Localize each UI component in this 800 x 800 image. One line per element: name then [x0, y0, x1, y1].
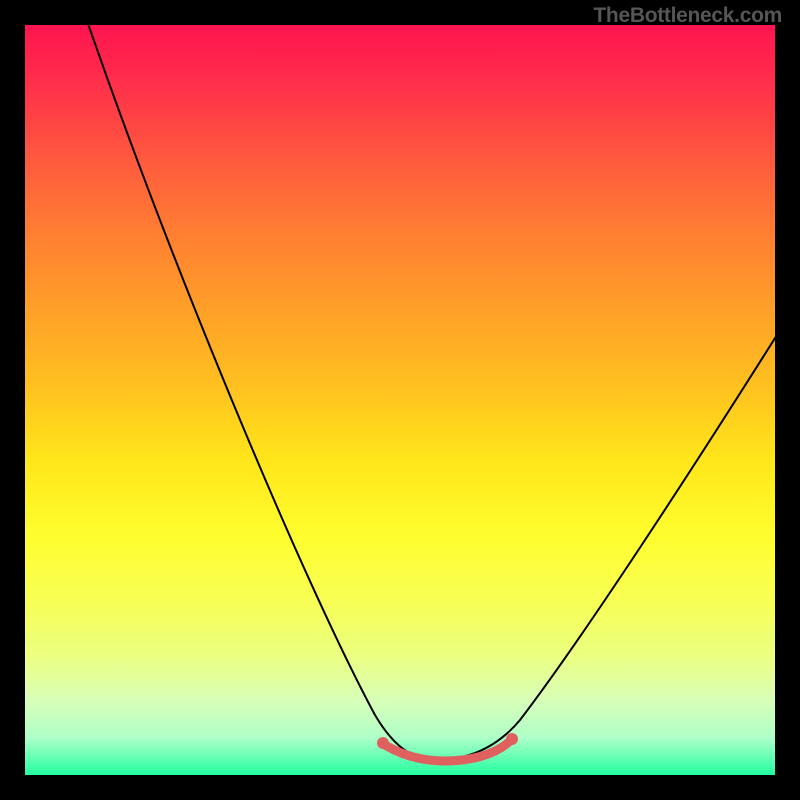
chart-area: [25, 25, 775, 775]
watermark-text: TheBottleneck.com: [593, 4, 782, 28]
bottleneck-curve-left: [85, 25, 435, 760]
optimal-left-dot: [377, 737, 389, 749]
bottleneck-curve-svg: [25, 25, 775, 775]
curve-layer: [85, 25, 775, 761]
optimal-right-dot: [506, 733, 518, 745]
bottleneck-curve-right: [435, 335, 775, 760]
